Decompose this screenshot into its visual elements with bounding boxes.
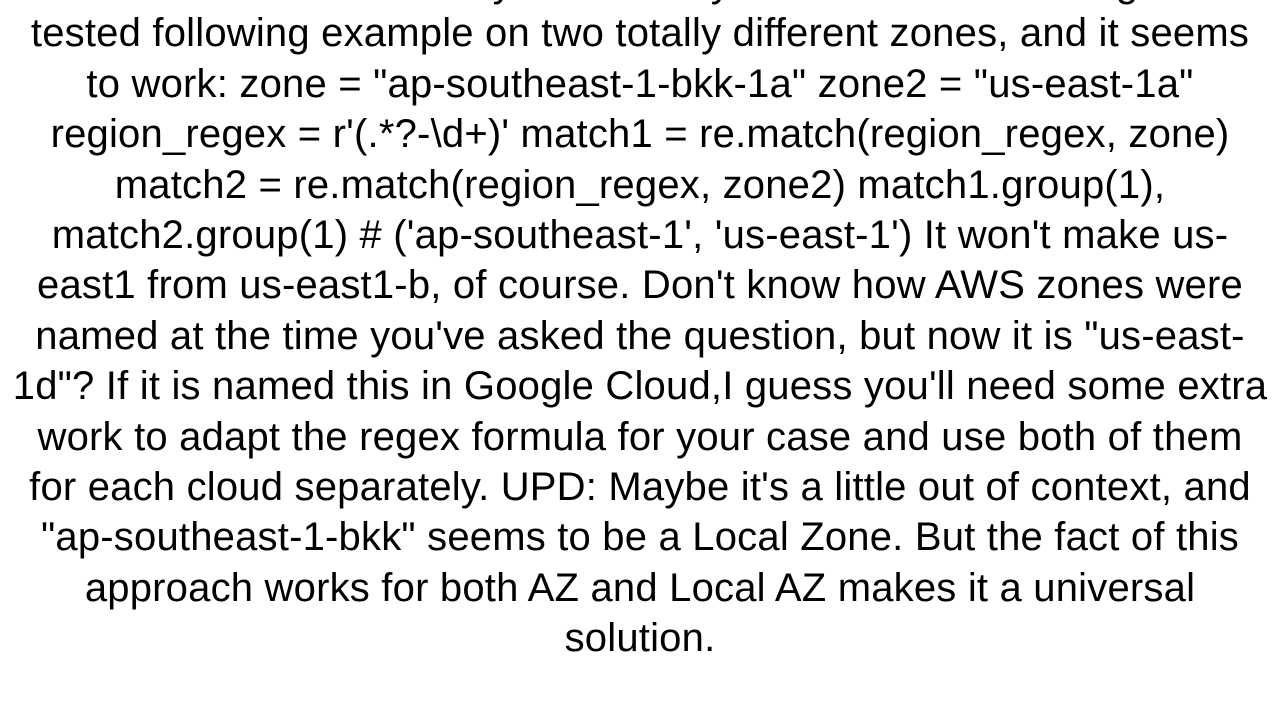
document-body-text: one more solution. The only correct way …: [5, 0, 1275, 663]
